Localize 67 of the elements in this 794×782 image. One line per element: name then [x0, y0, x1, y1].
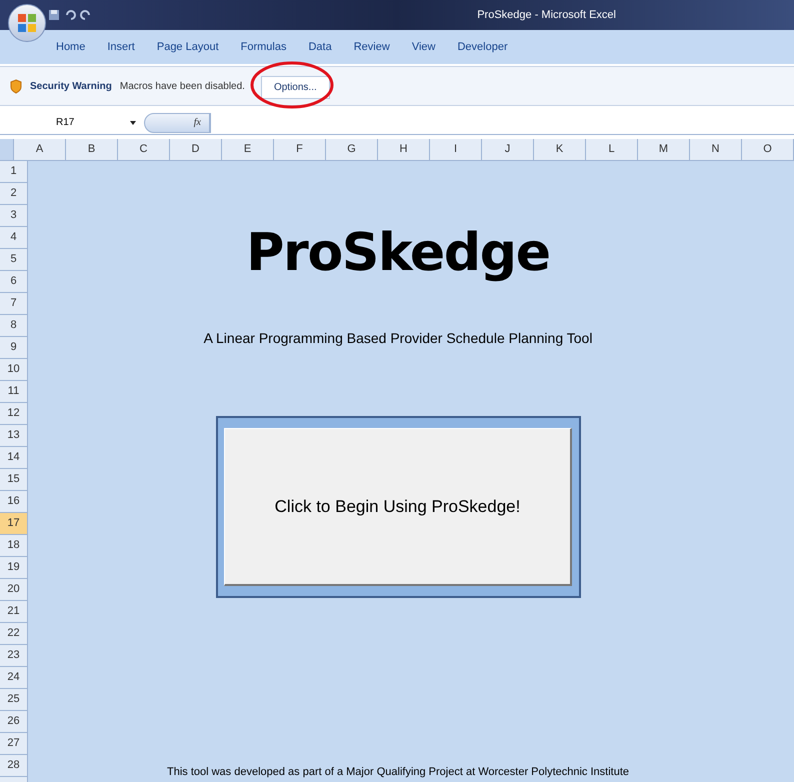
row-header[interactable]: 8 [0, 315, 27, 337]
column-header[interactable]: I [430, 139, 482, 160]
column-header[interactable]: O [742, 139, 794, 160]
function-button[interactable]: fx [194, 115, 201, 130]
row-header[interactable]: 9 [0, 337, 27, 359]
column-header[interactable]: J [482, 139, 534, 160]
footer-note: This tool was developed as part of a Major Qualifying Project at Worcester Polytechnic Institute [166, 764, 630, 780]
row-header[interactable]: 23 [0, 645, 27, 667]
warning-title: Security Warning [30, 80, 112, 94]
row-header[interactable]: 14 [0, 447, 27, 469]
ribbon-tab[interactable]: View [412, 38, 436, 56]
redo-icon[interactable] [80, 9, 92, 21]
options-button[interactable]: Options... [260, 76, 330, 98]
column-header[interactable]: F [274, 139, 326, 160]
row-header[interactable]: 15 [0, 469, 27, 491]
row-header[interactable]: 21 [0, 601, 27, 623]
column-header[interactable]: L [586, 139, 638, 160]
ribbon-tab[interactable]: Data [308, 38, 332, 56]
row-header[interactable]: 19 [0, 557, 27, 579]
name-box[interactable]: R17 [0, 112, 130, 132]
save-icon[interactable] [48, 9, 60, 21]
row-header[interactable]: 18 [0, 535, 27, 557]
row-header[interactable]: 11 [0, 381, 27, 403]
row-header[interactable]: 1 [0, 161, 27, 183]
column-header[interactable]: D [170, 139, 222, 160]
row-header[interactable]: 22 [0, 623, 27, 645]
ribbon-tab[interactable]: Formulas [240, 38, 286, 56]
row-header[interactable]: 17 [0, 513, 27, 535]
column-header[interactable]: G [326, 139, 378, 160]
row-header[interactable]: 2 [0, 183, 27, 205]
ribbon-tab[interactable]: Insert [107, 38, 135, 56]
ribbon-tab[interactable]: Page Layout [156, 38, 219, 56]
shield-icon [10, 78, 22, 94]
row-header[interactable]: 26 [0, 711, 27, 733]
column-header[interactable]: H [378, 139, 430, 160]
row-header[interactable]: 28 [0, 755, 27, 777]
row-header[interactable]: 25 [0, 689, 27, 711]
ribbon-tab[interactable]: Developer [457, 38, 508, 56]
column-header[interactable]: N [690, 139, 742, 160]
ribbon-tab[interactable]: Review [354, 38, 390, 56]
ribbon-tab[interactable]: Home [56, 38, 86, 56]
app-title: ProSkedge [246, 223, 550, 283]
column-header[interactable]: B [66, 139, 118, 160]
start-button[interactable]: Click to Begin Using ProSkedge! [224, 428, 572, 586]
row-header[interactable]: 7 [0, 293, 27, 315]
row-header[interactable]: 3 [0, 205, 27, 227]
row-header[interactable]: 24 [0, 667, 27, 689]
row-header[interactable]: 10 [0, 359, 27, 381]
row-header[interactable]: 27 [0, 733, 27, 755]
office-logo-icon [17, 13, 37, 33]
undo-icon[interactable] [64, 9, 76, 21]
cell-reference: R17 [56, 116, 74, 130]
app-subtitle: A Linear Programming Based Provider Schedule Planning Tool [204, 329, 592, 348]
row-header[interactable]: 13 [0, 425, 27, 447]
column-header[interactable]: A [14, 139, 66, 160]
column-header[interactable]: M [638, 139, 690, 160]
window-title: ProSkedge - Microsoft Excel [477, 8, 616, 23]
column-header[interactable]: E [222, 139, 274, 160]
column-header[interactable]: K [534, 139, 586, 160]
row-header[interactable]: 12 [0, 403, 27, 425]
column-header[interactable]: C [118, 139, 170, 160]
row-header[interactable]: 20 [0, 579, 27, 601]
warning-message: Macros have been disabled. [120, 80, 245, 94]
row-header[interactable]: 4 [0, 227, 27, 249]
dropdown-icon[interactable] [130, 120, 136, 124]
row-header[interactable]: 6 [0, 271, 27, 293]
row-header[interactable]: 5 [0, 249, 27, 271]
